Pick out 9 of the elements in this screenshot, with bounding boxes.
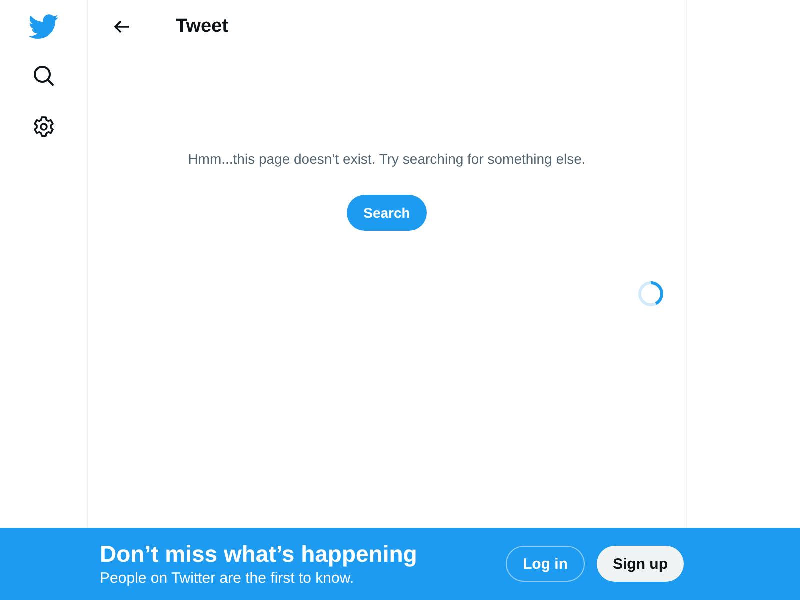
banner-title: Don’t miss what’s happening: [100, 541, 418, 568]
not-found-message: Hmm...this page doesn’t exist. Try searching for something else.: [188, 151, 586, 167]
login-button[interactable]: Log in: [506, 546, 585, 582]
bird-logo-icon[interactable]: [28, 14, 58, 40]
loading-spinner-icon: [638, 281, 664, 307]
search-button[interactable]: Search: [346, 195, 428, 231]
banner-subtitle: People on Twitter are the first to know.: [100, 570, 356, 587]
signup-button[interactable]: Sign up: [597, 546, 684, 582]
page-title: Tweet: [176, 16, 228, 38]
